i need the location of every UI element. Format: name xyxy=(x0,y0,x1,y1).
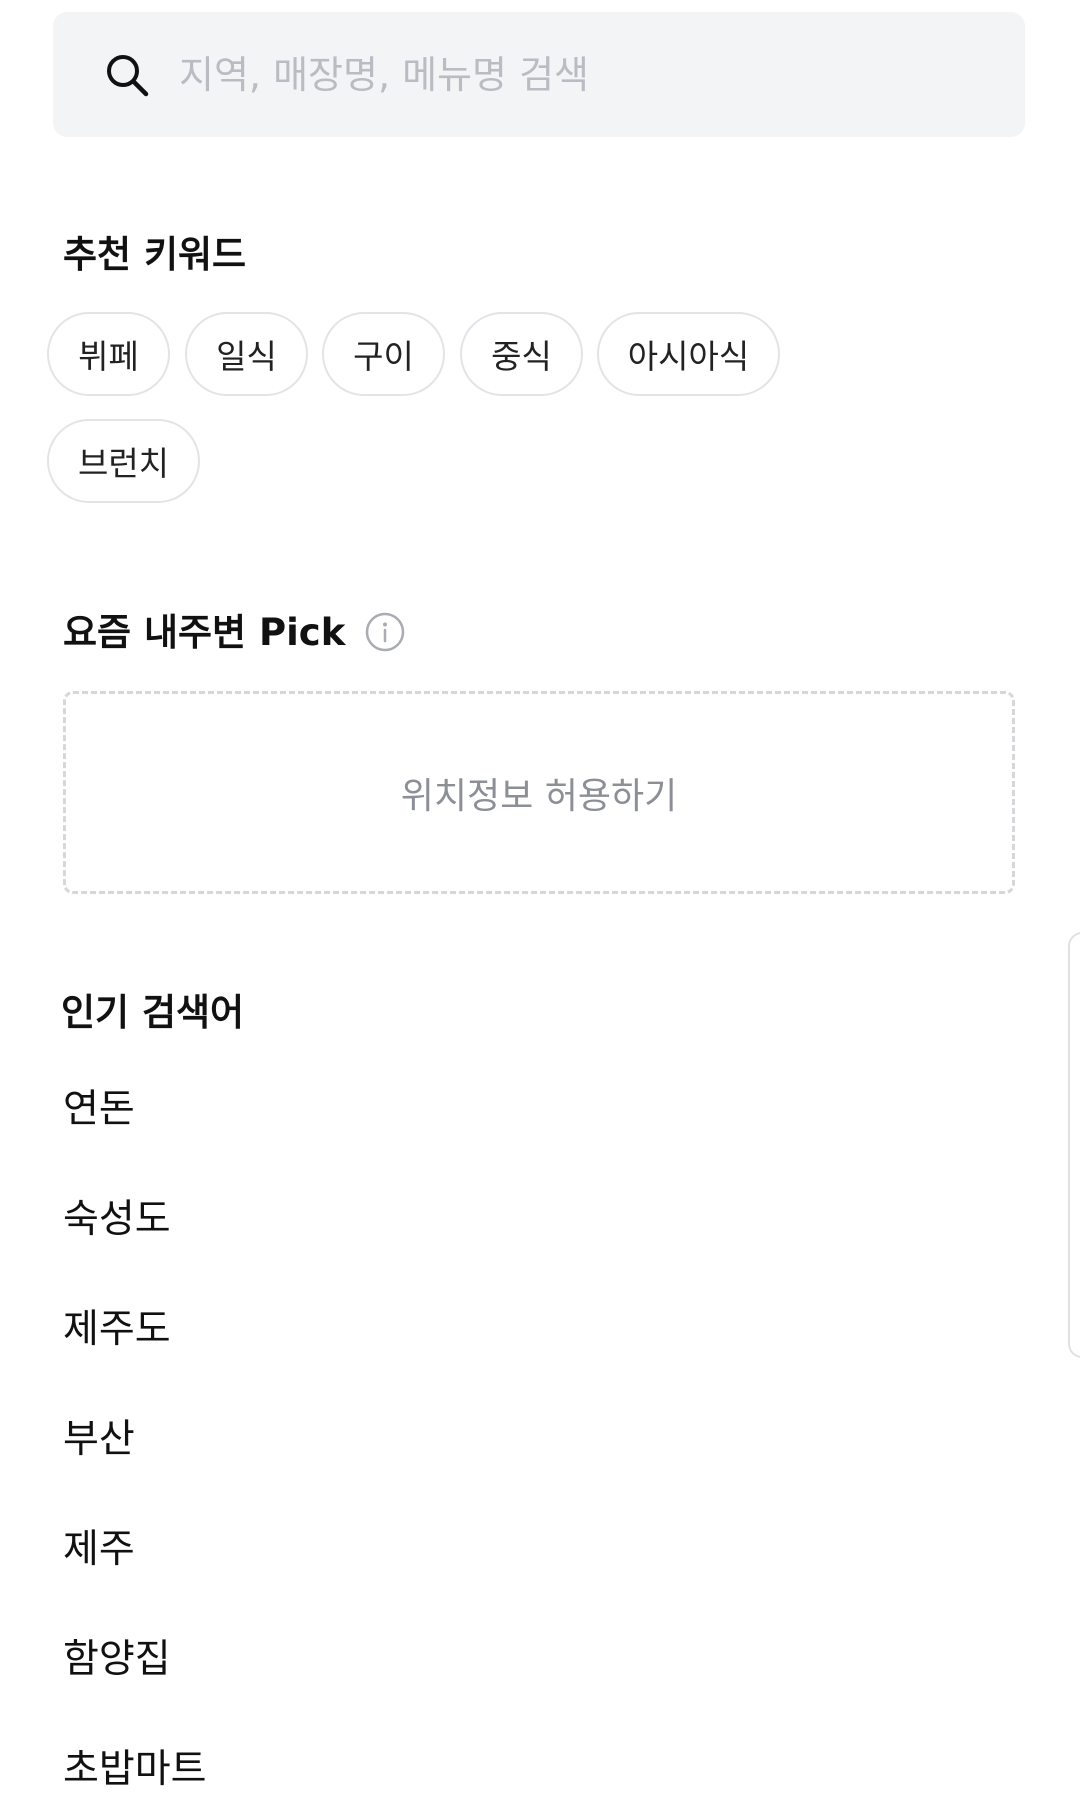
popular-search-item[interactable]: 부산 xyxy=(63,1420,135,1459)
keyword-chip-label: 아시아식 xyxy=(627,337,750,376)
keyword-chip-brunch[interactable]: 브런치 xyxy=(47,419,200,503)
allow-location-button[interactable]: 위치정보 허용하기 xyxy=(63,691,1015,894)
popular-search-item[interactable]: 초밥마트 xyxy=(63,1750,207,1789)
popular-search-item[interactable]: 함양집 xyxy=(63,1640,171,1679)
keyword-chip-buffet[interactable]: 뷔페 xyxy=(47,312,170,396)
keyword-chip-asian[interactable]: 아시아식 xyxy=(597,312,780,396)
recommended-keywords-title: 추천 키워드 xyxy=(63,233,247,276)
popular-search-item[interactable]: 숙성도 xyxy=(63,1200,171,1239)
popular-search-item[interactable]: 제주 xyxy=(63,1530,135,1569)
allow-location-label: 위치정보 허용하기 xyxy=(400,775,678,817)
popular-searches-title: 인기 검색어 xyxy=(61,991,245,1034)
nearby-pick-title: 요즘 내주변 Pick xyxy=(63,610,346,654)
keyword-chip-label: 구이 xyxy=(353,337,414,376)
search-icon[interactable] xyxy=(101,49,153,101)
popular-search-item[interactable]: 연돈 xyxy=(63,1090,135,1129)
keyword-chip-grill[interactable]: 구이 xyxy=(322,312,445,396)
keyword-chip-japanese[interactable]: 일식 xyxy=(185,312,308,396)
popular-search-item[interactable]: 제주도 xyxy=(63,1310,171,1349)
keyword-chip-chinese[interactable]: 중식 xyxy=(460,312,583,396)
keyword-chip-label: 뷔페 xyxy=(78,337,139,376)
side-panel-edge[interactable] xyxy=(1068,932,1080,1358)
keyword-chip-label: 브런치 xyxy=(77,444,170,483)
nearby-pick-heading: 요즘 내주변 Pick xyxy=(63,612,405,652)
search-input[interactable] xyxy=(179,52,1025,97)
search-bar[interactable] xyxy=(53,12,1025,137)
keyword-chip-label: 중식 xyxy=(491,337,552,376)
keyword-chip-label: 일식 xyxy=(216,337,277,376)
info-icon[interactable] xyxy=(365,612,405,652)
